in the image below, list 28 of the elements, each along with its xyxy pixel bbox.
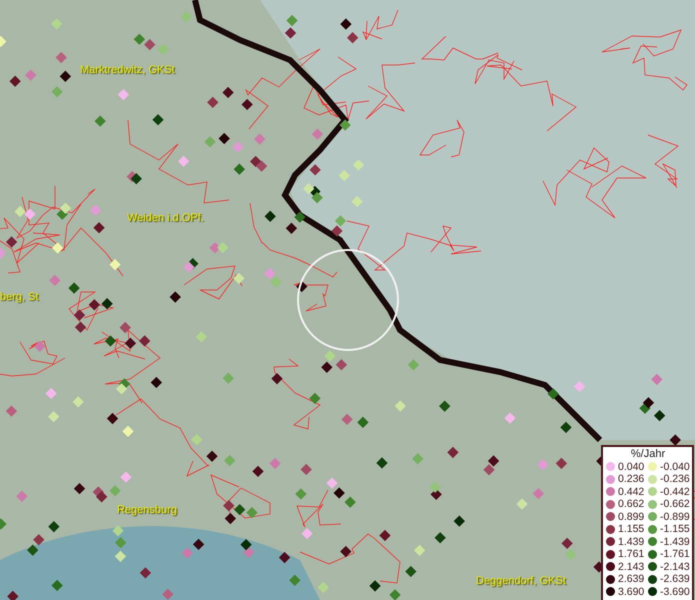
legend-value: 0.899 (618, 510, 644, 523)
legend-value: 0.040 (618, 460, 644, 473)
legend-value: -1.761 (660, 548, 690, 560)
legend-value: -0.442 (660, 486, 690, 498)
legend-value: 0.236 (618, 473, 644, 486)
legend-value: -1.155 (660, 523, 690, 536)
place-label: Marktredwitz, GKSt (80, 64, 175, 76)
legend-value: 2.143 (618, 560, 644, 573)
legend-value: 1.439 (618, 536, 644, 548)
legend-value: -2.639 (660, 573, 690, 586)
legend-value: -1.439 (660, 536, 690, 548)
legend-title: %/Jahr (630, 448, 666, 460)
legend-value: 0.442 (618, 486, 644, 498)
legend-value: -0.236 (660, 473, 690, 486)
place-label: Weiden i.d.OPf. (127, 212, 204, 224)
legend-value: 3.690 (618, 586, 644, 598)
legend-value: -3.690 (660, 586, 690, 598)
place-label: berg, St (0, 291, 39, 303)
legend-value: -0.899 (660, 510, 690, 523)
place-label: Deggendorf, GKSt (476, 575, 566, 587)
legend-value: 1.155 (618, 523, 644, 536)
place-label: Regensburg (117, 504, 177, 516)
legend-value: 1.761 (618, 548, 644, 560)
legend-value: -2.143 (660, 560, 690, 573)
legend-value: -0.040 (660, 460, 690, 473)
legend-value: 2.639 (618, 573, 644, 586)
legend-value: -0.662 (660, 498, 690, 510)
legend-value: 0.662 (618, 498, 644, 510)
